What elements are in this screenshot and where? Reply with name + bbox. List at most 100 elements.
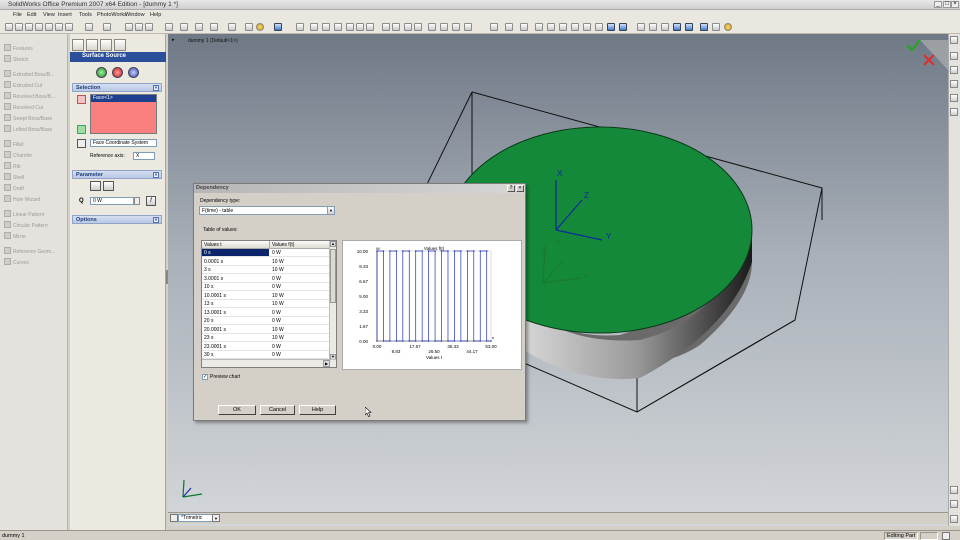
- cell-value[interactable]: 10 W: [272, 259, 284, 265]
- realview-icon[interactable]: [712, 23, 720, 31]
- menu-photoworks[interactable]: PhotoWorks: [97, 12, 127, 18]
- circle-icon[interactable]: [228, 23, 236, 31]
- line-icon[interactable]: [195, 23, 203, 31]
- arrange-icon[interactable]: [464, 23, 472, 31]
- save-icon[interactable]: [25, 23, 33, 31]
- table-vertical-scrollbar[interactable]: ▲ ▼: [329, 241, 336, 360]
- cell-time[interactable]: 0.0001 s: [204, 259, 223, 265]
- display-style-icon[interactable]: [619, 23, 627, 31]
- quick-tips-icon[interactable]: [942, 532, 950, 540]
- coordinate-icon[interactable]: [414, 23, 422, 31]
- preview-chart-checkbox[interactable]: ✓: [202, 374, 208, 380]
- select-icon[interactable]: [125, 23, 133, 31]
- cancel-button[interactable]: Cancel: [260, 405, 295, 415]
- selection-group-header[interactable]: Selection «: [72, 83, 162, 92]
- cell-value[interactable]: 0 W: [272, 318, 281, 324]
- expand-icon[interactable]: »: [153, 217, 159, 223]
- selected-face-item[interactable]: Face<1>: [91, 95, 156, 102]
- feature-item[interactable]: Shell: [4, 173, 24, 181]
- cell-time[interactable]: 20 s: [204, 318, 213, 324]
- feature-item[interactable]: Circular Pattern: [4, 221, 48, 229]
- cursor-icon[interactable]: [520, 23, 528, 31]
- table-row[interactable]: 10 s 0 W: [202, 283, 330, 292]
- feature-item[interactable]: Reference Geom...: [4, 247, 55, 255]
- table-row[interactable]: 20.0001 s 10 W: [202, 326, 330, 334]
- ok-check-icon[interactable]: [96, 67, 107, 78]
- scroll-thumb[interactable]: [330, 249, 336, 303]
- shaded-icon[interactable]: [685, 23, 693, 31]
- feature-item[interactable]: Linear Pattern: [4, 210, 44, 218]
- menu-file[interactable]: File: [13, 12, 22, 18]
- redo-icon[interactable]: [103, 23, 111, 31]
- cell-value[interactable]: 10 W: [272, 293, 284, 299]
- table-row[interactable]: 10.0001 s 10 W: [202, 292, 330, 300]
- feature-item[interactable]: Sketch: [4, 55, 28, 63]
- menu-window[interactable]: Window: [125, 12, 145, 18]
- dialog-help-button[interactable]: ?: [507, 185, 515, 192]
- cell-value[interactable]: 10 W: [272, 301, 284, 307]
- cell-time[interactable]: 10.0001 s: [204, 293, 226, 299]
- maximize-button[interactable]: □: [943, 1, 951, 8]
- q-spinner[interactable]: [134, 197, 140, 205]
- cell-time[interactable]: 23 s: [204, 335, 213, 341]
- cancel-x-icon[interactable]: [112, 67, 123, 78]
- smart-dimension-icon[interactable]: [180, 23, 188, 31]
- tree-expand-icon[interactable]: ▸: [172, 37, 175, 43]
- menu-edit[interactable]: Edit: [27, 12, 36, 18]
- scroll-down-icon[interactable]: [950, 500, 958, 508]
- sketch-grid-icon[interactable]: [366, 23, 374, 31]
- cosmos-manager-tab[interactable]: [114, 39, 126, 51]
- collapse-icon[interactable]: «: [153, 172, 159, 178]
- zoom-in-icon[interactable]: [559, 23, 567, 31]
- view-icon-4[interactable]: [334, 23, 342, 31]
- zoom-area-icon[interactable]: [547, 23, 555, 31]
- help-question-icon[interactable]: [128, 67, 139, 78]
- dependency-type-select[interactable]: F(time) - table ▼: [199, 206, 335, 215]
- surface-icon[interactable]: [440, 23, 448, 31]
- table-horizontal-scrollbar[interactable]: ▶: [202, 359, 336, 367]
- close-pane-icon[interactable]: [950, 36, 958, 44]
- print-icon[interactable]: [35, 23, 43, 31]
- zoom-fit-icon[interactable]: [535, 23, 543, 31]
- view-icon-5[interactable]: [346, 23, 354, 31]
- solidworks-resources-icon[interactable]: [950, 52, 958, 60]
- feature-item[interactable]: Mirror: [4, 232, 26, 240]
- section-view-icon[interactable]: [700, 23, 708, 31]
- cell-value[interactable]: 0 W: [272, 276, 281, 282]
- column-header-ft[interactable]: Values f(t): [270, 241, 330, 249]
- dialog-close-button[interactable]: ×: [516, 185, 524, 192]
- options-icon[interactable]: [145, 23, 153, 31]
- split-view-icon[interactable]: [170, 514, 178, 522]
- close-button[interactable]: ×: [951, 1, 959, 8]
- scroll-right-arrow-icon[interactable]: ▶: [323, 360, 330, 367]
- cell-value[interactable]: 10 W: [272, 335, 284, 341]
- sketch-icon[interactable]: [165, 23, 173, 31]
- options-group-header[interactable]: Options »: [72, 215, 162, 224]
- view-icon-1[interactable]: [296, 23, 304, 31]
- menu-help[interactable]: Help: [150, 12, 161, 18]
- scroll-end-icon[interactable]: [950, 515, 958, 523]
- cell-value[interactable]: 10 W: [272, 327, 284, 333]
- shaded-edges-icon[interactable]: [673, 23, 681, 31]
- feature-item[interactable]: Extruded Boss/B...: [4, 70, 54, 78]
- reference-axis-select[interactable]: X: [133, 152, 155, 160]
- view-dropdown-arrow-icon[interactable]: ▼: [212, 514, 220, 522]
- q-value-input[interactable]: 0 W: [90, 197, 134, 205]
- search-icon[interactable]: [950, 94, 958, 102]
- feature-item[interactable]: Revolved Boss/B...: [4, 92, 55, 100]
- cut-icon[interactable]: [55, 23, 63, 31]
- scroll-up-arrow-icon[interactable]: ▲: [330, 241, 336, 247]
- print-preview-icon[interactable]: [45, 23, 53, 31]
- undo-icon[interactable]: [85, 23, 93, 31]
- cosmos-icon[interactable]: [274, 23, 282, 31]
- zoom-select-icon[interactable]: [571, 23, 579, 31]
- feature-item[interactable]: Chamfer: [4, 151, 32, 159]
- feature-manager-tab[interactable]: [72, 39, 84, 51]
- table-row[interactable]: 0 s0 W: [202, 249, 330, 258]
- hidden-removed-icon[interactable]: [661, 23, 669, 31]
- menu-insert[interactable]: Insert: [58, 12, 72, 18]
- axis-icon[interactable]: [392, 23, 400, 31]
- feature-item[interactable]: Revolved Cut: [4, 103, 43, 111]
- plane-icon[interactable]: [382, 23, 390, 31]
- table-row[interactable]: 23.0001 s 0 W: [202, 343, 330, 351]
